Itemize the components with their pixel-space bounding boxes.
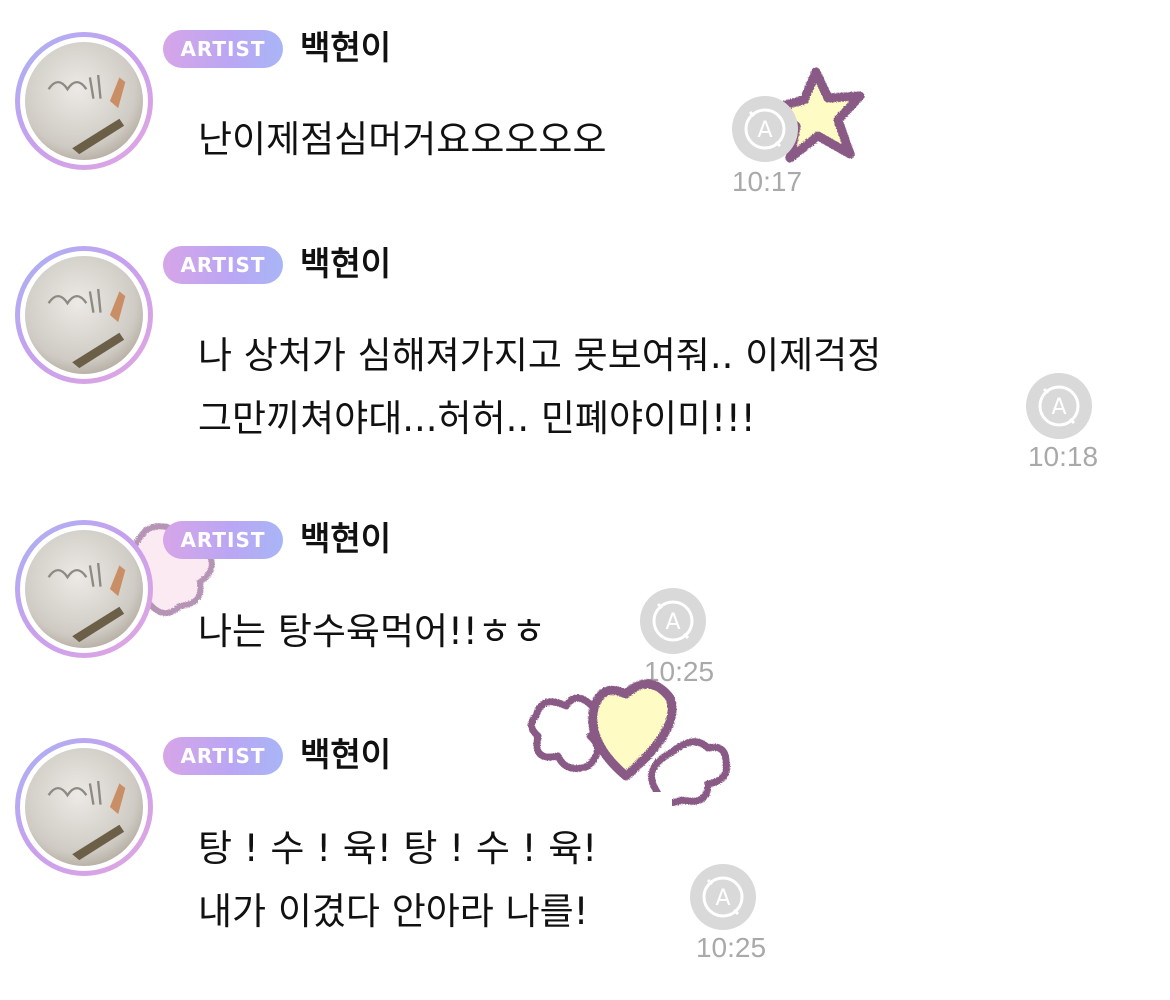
winged-heart-sticker xyxy=(522,679,731,830)
message-text-line: 난이제점심머거요오오오오 xyxy=(198,118,607,161)
avatar[interactable] xyxy=(15,246,153,384)
message-text-line: 나 상처가 심해져가지고 못보여줘.. 이제걱정 xyxy=(198,334,882,377)
avatar[interactable] xyxy=(15,32,153,170)
avatar-photo xyxy=(25,256,143,374)
artist-badge: ARTIST xyxy=(163,246,283,284)
svg-text:A: A xyxy=(715,886,730,911)
auto-translate-icon[interactable]: A xyxy=(1026,373,1092,439)
artist-badge: ARTIST xyxy=(163,521,283,559)
artist-badge: ARTIST xyxy=(163,737,283,775)
avatar-photo xyxy=(25,42,143,160)
avatar[interactable] xyxy=(15,738,153,876)
svg-text:A: A xyxy=(1051,395,1066,420)
sender-name: 백현이 xyxy=(300,519,392,558)
message-text-line: 내가 이겼다 안아라 나를! xyxy=(198,890,589,933)
avatar[interactable] xyxy=(15,520,153,658)
svg-text:A: A xyxy=(665,610,680,635)
message-time: 10:17 xyxy=(731,166,803,197)
message-text-line: 나는 탕수육먹어!!ㅎㅎ xyxy=(198,600,552,663)
message-time: 10:18 xyxy=(1027,441,1099,472)
avatar-photo xyxy=(25,530,143,648)
svg-text:A: A xyxy=(757,118,772,143)
message-time: 10:25 xyxy=(643,656,715,687)
artist-badge: ARTIST xyxy=(163,30,283,68)
auto-translate-icon[interactable]: A xyxy=(732,96,798,162)
auto-translate-icon[interactable]: A xyxy=(640,588,706,654)
avatar-photo xyxy=(25,748,143,866)
sender-name: 백현이 xyxy=(300,244,392,283)
message-text-line: 탕 ! 수 ! 육! 탕 ! 수 ! 육! xyxy=(198,827,598,870)
message-text-line: 그만끼쳐야대...허허.. 민폐야이미!!! xyxy=(198,397,756,440)
sender-name: 백현이 xyxy=(300,735,392,774)
auto-translate-icon[interactable]: A xyxy=(690,864,756,930)
sender-name: 백현이 xyxy=(300,28,392,67)
message-time: 10:25 xyxy=(695,932,767,963)
